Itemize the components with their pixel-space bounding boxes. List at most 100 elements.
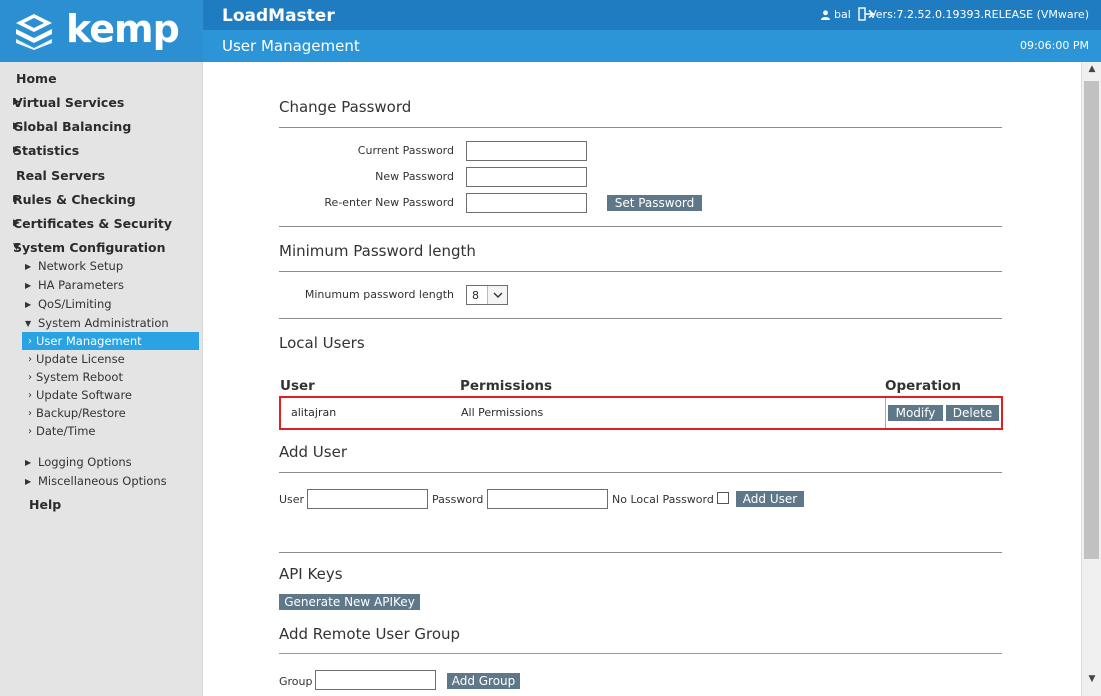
triangle-right-icon: ▶ (13, 218, 20, 228)
triangle-right-icon: ▶ (25, 280, 32, 290)
sidebar-item-system-administration[interactable]: ▼ System Administration (25, 314, 169, 332)
sidebar-item-virtual-services[interactable]: ▶ Virtual Services (0, 92, 124, 112)
new-password-label: New Password (375, 170, 454, 183)
add-user-password-label: Password (432, 493, 484, 506)
no-local-password-checkbox[interactable] (717, 492, 729, 504)
permissions-cell: All Permissions (461, 406, 544, 419)
delete-user-button[interactable]: Delete (946, 405, 999, 421)
sidebar-item-label: QoS/Limiting (38, 297, 112, 311)
triangle-right-icon: ▶ (13, 194, 20, 204)
sidebar-item-label: User Management (36, 334, 142, 348)
sidebar-item-certificates-security[interactable]: ▶ Certificates & Security (0, 213, 172, 233)
min-password-label: Minumum password length (304, 288, 454, 301)
min-password-value: 8 (472, 288, 479, 302)
table-row[interactable]: alitajran All Permissions Modify Delete (281, 398, 1001, 428)
divider (279, 318, 1002, 319)
add-user-heading: Add User (279, 443, 347, 461)
add-user-name-input[interactable] (307, 489, 428, 509)
page-title: User Management (222, 37, 360, 55)
user-icon (821, 9, 830, 20)
sidebar-item-real-servers[interactable]: Real Servers (0, 165, 105, 185)
scroll-up-icon[interactable]: ▲ (1082, 64, 1101, 80)
sidebar-item-statistics[interactable]: ▶ Statistics (0, 140, 79, 160)
users-column-user: User (280, 378, 315, 394)
logo-text: kemp (66, 7, 180, 51)
api-keys-heading: API Keys (279, 565, 343, 583)
triangle-right-icon: ▶ (13, 145, 20, 155)
add-user-password-input[interactable] (487, 489, 608, 509)
user-name-cell: alitajran (291, 406, 337, 419)
add-group-button[interactable]: Add Group (447, 673, 520, 689)
chevron-right-icon: › (28, 389, 32, 401)
users-column-permissions: Permissions (460, 378, 553, 394)
sidebar-item-system-reboot[interactable]: › System Reboot (22, 368, 199, 386)
sidebar-item-label: Update License (36, 352, 125, 366)
sidebar-item-home[interactable]: Home (0, 68, 57, 88)
remote-group-heading: Add Remote User Group (279, 625, 461, 643)
set-password-button[interactable]: Set Password (607, 195, 702, 211)
sidebar-item-label: Network Setup (38, 259, 124, 273)
sidebar-item-label: System Administration (38, 316, 169, 330)
sidebar-item-update-license[interactable]: › Update License (22, 350, 199, 368)
new-password-input[interactable] (466, 167, 587, 187)
current-password-input[interactable] (466, 141, 587, 161)
chevron-right-icon: › (28, 371, 32, 383)
scroll-down-icon[interactable]: ▼ (1082, 674, 1101, 690)
no-local-password-label: No Local Password (612, 493, 714, 506)
add-user-button[interactable]: Add User (736, 491, 804, 507)
divider (279, 472, 1002, 473)
chevron-right-icon: › (28, 425, 32, 437)
chevron-down-icon (487, 286, 507, 304)
kemp-logo-icon (16, 14, 52, 50)
min-password-select[interactable]: 8 (466, 285, 508, 305)
group-label: Group (279, 675, 313, 688)
sidebar-item-rules-checking[interactable]: ▶ Rules & Checking (0, 189, 136, 209)
sidebar-item-network-setup[interactable]: ▶ Network Setup (25, 257, 123, 275)
sidebar-item-label: HA Parameters (38, 278, 124, 292)
triangle-down-icon: ▼ (13, 242, 20, 252)
vertical-scrollbar[interactable]: ▲ ▼ (1081, 62, 1101, 696)
chevron-right-icon: › (28, 335, 32, 347)
sidebar-item-label: Backup/Restore (36, 406, 126, 420)
sidebar-item-label: Logging Options (38, 455, 132, 469)
sidebar-item-global-balancing[interactable]: ▶ Global Balancing (0, 116, 131, 136)
generate-apikey-button[interactable]: Generate New APIKey (279, 594, 420, 610)
sidebar-item-date-time[interactable]: › Date/Time (22, 422, 199, 440)
scrollbar-thumb[interactable] (1084, 81, 1099, 559)
triangle-right-icon: ▶ (25, 457, 32, 467)
user-row-highlight: alitajran All Permissions Modify Delete (279, 396, 1003, 430)
chevron-right-icon: › (28, 353, 32, 365)
group-input[interactable] (315, 670, 436, 690)
sidebar-item-logging-options[interactable]: ▶ Logging Options (25, 453, 132, 471)
modify-user-button[interactable]: Modify (888, 405, 943, 421)
sidebar-item-label: Date/Time (36, 424, 96, 438)
top-bar: LoadMaster bal Vers:7.2.52.0.19393.RELEA… (203, 0, 1101, 30)
main-content: Change Password Current Password New Pas… (204, 62, 1080, 696)
sidebar-item-label: Update Software (36, 388, 132, 402)
sidebar-item-label: Miscellaneous Options (38, 474, 167, 488)
sidebar-item-label: System Configuration (13, 239, 166, 255)
sidebar-item-miscellaneous-options[interactable]: ▶ Miscellaneous Options (25, 472, 167, 490)
triangle-right-icon: ▶ (25, 261, 32, 271)
cell-divider (885, 398, 886, 428)
sidebar-item-system-configuration[interactable]: ▼ System Configuration (0, 237, 166, 257)
sidebar-item-qos-limiting[interactable]: ▶ QoS/Limiting (25, 295, 112, 313)
current-password-label: Current Password (357, 144, 454, 157)
sidebar-item-label: Rules & Checking (13, 191, 136, 207)
current-user[interactable]: bal (821, 8, 851, 21)
sidebar-item-update-software[interactable]: › Update Software (22, 386, 199, 404)
logo[interactable]: kemp (0, 0, 203, 62)
sidebar-item-label: Virtual Services (13, 94, 125, 110)
sidebar-item-help[interactable]: Help (0, 494, 61, 514)
add-user-user-label: User (279, 493, 305, 506)
clock: 09:06:00 PM (1019, 39, 1089, 52)
reenter-password-input[interactable] (466, 193, 587, 213)
sidebar-item-backup-restore[interactable]: › Backup/Restore (22, 404, 199, 422)
triangle-down-icon: ▼ (25, 318, 32, 328)
title-bar: User Management 09:06:00 PM (203, 30, 1101, 62)
header: kemp LoadMaster bal Vers:7.2.52.0.19393.… (0, 0, 1101, 62)
sidebar-item-ha-parameters[interactable]: ▶ HA Parameters (25, 276, 124, 294)
divider (279, 653, 1002, 654)
sidebar-item-label: Help (29, 496, 62, 512)
sidebar-item-user-management[interactable]: › User Management (22, 332, 199, 350)
